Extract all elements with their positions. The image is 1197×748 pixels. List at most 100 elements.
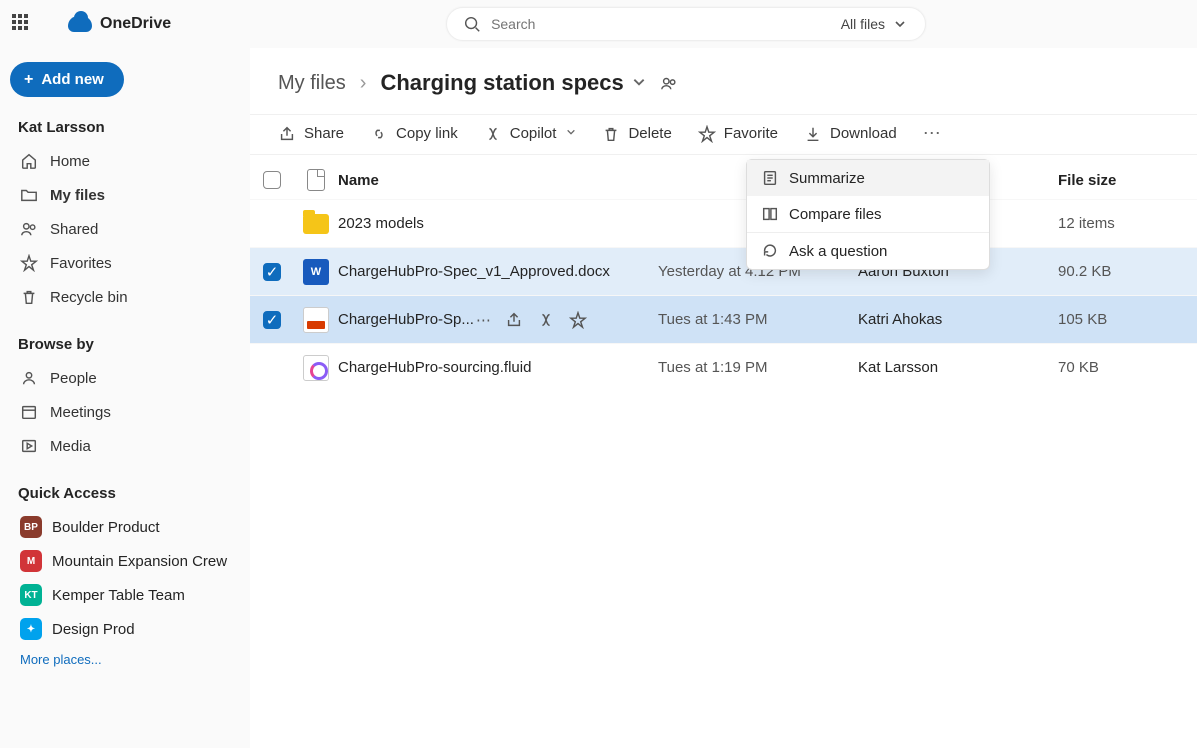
table-row[interactable]: ✓ ChargeHubPro-Sp... ⋯ Tues at 1:43 PM K…	[250, 295, 1197, 343]
quick-access-badge: KT	[20, 584, 42, 606]
copilot-summarize-item[interactable]: Summarize	[747, 160, 989, 196]
row-checkbox[interactable]: ✓	[263, 263, 281, 281]
quick-access-label: Mountain Expansion Crew	[52, 553, 227, 570]
top-bar: OneDrive All files	[0, 0, 1197, 48]
search-box[interactable]: All files	[446, 7, 926, 41]
people-icon	[20, 220, 38, 238]
sidebar-item-shared[interactable]: Shared	[10, 212, 240, 246]
sidebar-item-media[interactable]: Media	[10, 429, 240, 463]
sidebar-item-label: My files	[50, 187, 105, 204]
app-logo-area[interactable]: OneDrive	[68, 15, 171, 33]
add-new-button[interactable]: + Add new	[10, 62, 124, 97]
star-icon[interactable]	[569, 311, 587, 329]
sidebar-item-label: Media	[50, 438, 91, 455]
copy-link-button[interactable]: Copy link	[370, 125, 458, 143]
sidebar-item-people[interactable]: People	[10, 361, 240, 395]
file-size: 12 items	[1058, 215, 1178, 232]
copilot-icon	[484, 125, 502, 143]
onedrive-cloud-icon	[68, 16, 92, 32]
chevron-down-icon	[566, 127, 576, 140]
delete-button[interactable]: Delete	[602, 125, 671, 143]
quick-access-label: Kemper Table Team	[52, 587, 185, 604]
search-icon	[463, 15, 481, 33]
file-modified: Tues at 1:19 PM	[658, 359, 858, 376]
file-name: ChargeHubPro-Sp...	[338, 311, 474, 328]
row-checkbox[interactable]: ✓	[263, 311, 281, 329]
command-toolbar: Share Copy link Copilot Delete Favorite	[250, 114, 1197, 155]
select-all-checkbox[interactable]	[263, 171, 281, 189]
folder-icon	[303, 214, 329, 234]
sidebar-item-recycle-bin[interactable]: Recycle bin	[10, 280, 240, 314]
sidebar-item-label: Meetings	[50, 404, 111, 421]
content-area: My files › Charging station specs Share …	[250, 48, 1197, 748]
owner-name: Kat Larsson	[18, 119, 232, 136]
sidebar: + Add new Kat Larsson Home My files Shar…	[0, 48, 250, 748]
column-name[interactable]: Name	[338, 172, 658, 189]
more-places-link[interactable]: More places...	[10, 646, 240, 673]
download-icon	[804, 125, 822, 143]
table-row[interactable]: ChargeHubPro-sourcing.fluid Tues at 1:19…	[250, 343, 1197, 391]
search-filter-dropdown[interactable]: All files	[841, 15, 909, 33]
copilot-compare-item[interactable]: Compare files	[747, 196, 989, 232]
file-type-icon	[307, 169, 325, 191]
table-row[interactable]: 2023 models Kat Larsson 12 items	[250, 199, 1197, 247]
file-name: 2023 models	[338, 215, 424, 232]
favorite-label: Favorite	[724, 125, 778, 142]
sidebar-item-label: Favorites	[50, 255, 112, 272]
main-layout: + Add new Kat Larsson Home My files Shar…	[0, 48, 1197, 748]
file-modified-by: Katri Ahokas	[858, 311, 1058, 328]
media-icon	[20, 437, 38, 455]
person-icon	[20, 369, 38, 387]
app-launcher-icon[interactable]	[12, 14, 32, 34]
breadcrumb-current-label: Charging station specs	[380, 70, 623, 96]
plus-icon: +	[24, 72, 33, 88]
more-icon[interactable]: ⋯	[476, 311, 491, 329]
copy-link-label: Copy link	[396, 125, 458, 142]
quick-access-label: Boulder Product	[52, 519, 160, 536]
quick-access-item[interactable]: ✦ Design Prod	[10, 612, 240, 646]
trash-icon	[602, 125, 620, 143]
breadcrumb: My files › Charging station specs	[250, 60, 1197, 114]
share-button[interactable]: Share	[278, 125, 344, 143]
sidebar-item-meetings[interactable]: Meetings	[10, 395, 240, 429]
download-button[interactable]: Download	[804, 125, 897, 143]
share-people-icon[interactable]	[660, 74, 678, 92]
breadcrumb-current: Charging station specs	[380, 70, 645, 96]
share-icon[interactable]	[505, 311, 523, 329]
star-icon	[20, 254, 38, 272]
browse-by-heading: Browse by	[18, 336, 232, 353]
copilot-ask-label: Ask a question	[789, 243, 887, 260]
file-size: 105 KB	[1058, 311, 1178, 328]
sidebar-item-my-files[interactable]: My files	[10, 178, 240, 212]
sidebar-item-home[interactable]: Home	[10, 144, 240, 178]
copilot-button[interactable]: Copilot	[484, 125, 577, 143]
download-label: Download	[830, 125, 897, 142]
pdf-icon	[303, 307, 329, 333]
more-actions-button[interactable]: ⋯	[923, 123, 941, 144]
copilot-summarize-label: Summarize	[789, 170, 865, 187]
quick-access-item[interactable]: KT Kemper Table Team	[10, 578, 240, 612]
table-row[interactable]: ✓ W ChargeHubPro-Spec_v1_Approved.docx Y…	[250, 247, 1197, 295]
home-icon	[20, 152, 38, 170]
chevron-down-icon[interactable]	[632, 75, 646, 92]
quick-access-item[interactable]: BP Boulder Product	[10, 510, 240, 544]
sidebar-item-favorites[interactable]: Favorites	[10, 246, 240, 280]
add-new-label: Add new	[41, 71, 104, 88]
quick-access-heading: Quick Access	[18, 485, 232, 502]
calendar-icon	[20, 403, 38, 421]
quick-access-badge: BP	[20, 516, 42, 538]
copilot-dropdown: Summarize Compare files Ask a question	[746, 159, 990, 270]
quick-access-badge: M	[20, 550, 42, 572]
file-modified: Tues at 1:43 PM	[658, 311, 858, 328]
copilot-compare-label: Compare files	[789, 206, 882, 223]
favorite-button[interactable]: Favorite	[698, 125, 778, 143]
copilot-ask-item[interactable]: Ask a question	[747, 233, 989, 269]
copilot-icon[interactable]	[537, 311, 555, 329]
search-input[interactable]	[491, 16, 831, 32]
compare-icon	[761, 205, 779, 223]
quick-access-item[interactable]: M Mountain Expansion Crew	[10, 544, 240, 578]
breadcrumb-parent[interactable]: My files	[278, 72, 346, 95]
word-doc-icon: W	[303, 259, 329, 285]
loop-icon	[303, 355, 329, 381]
column-file-size[interactable]: File size	[1058, 172, 1178, 189]
